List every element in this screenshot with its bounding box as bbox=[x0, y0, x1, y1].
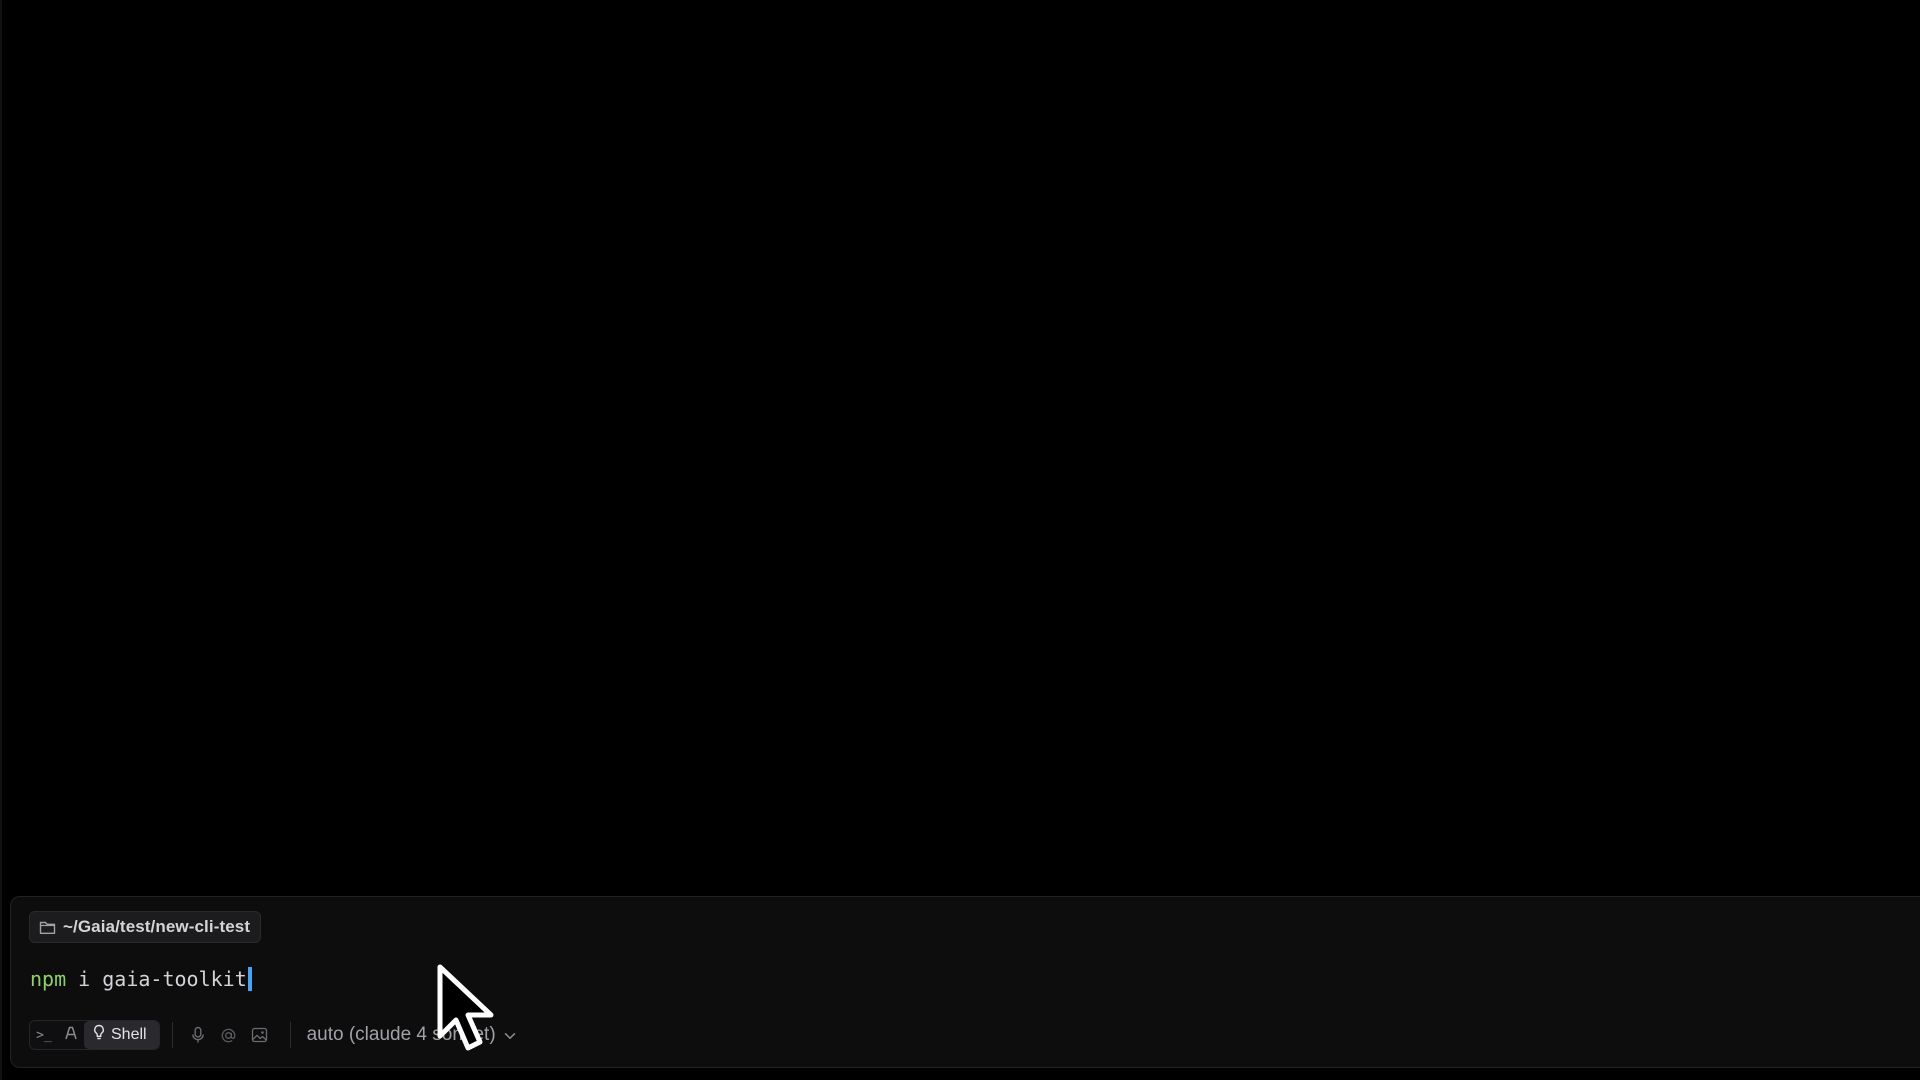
command-input[interactable]: npm i gaia-toolkit bbox=[30, 965, 252, 993]
voice-input-button[interactable] bbox=[185, 1021, 211, 1049]
command-program: npm bbox=[30, 967, 67, 991]
agent-mode-button[interactable] bbox=[58, 1021, 84, 1049]
toolbar-divider bbox=[289, 1022, 291, 1048]
agent-icon bbox=[63, 1025, 79, 1045]
working-directory-chip[interactable]: ~/Gaia/test/new-cli-test bbox=[29, 911, 262, 943]
chevron-down-icon bbox=[504, 1024, 516, 1046]
command-arguments: i gaia-toolkit bbox=[66, 967, 247, 991]
at-sign-icon bbox=[220, 1027, 237, 1044]
toolbar-divider bbox=[171, 1022, 173, 1048]
shell-mode-button[interactable]: Shell bbox=[84, 1021, 159, 1049]
attach-image-button[interactable] bbox=[247, 1021, 273, 1049]
command-input-panel[interactable]: ~/Gaia/test/new-cli-test npm i gaia-tool… bbox=[10, 896, 1920, 1068]
mic-icon bbox=[191, 1026, 205, 1044]
lightbulb-icon bbox=[93, 1024, 105, 1046]
input-toolbar: >_ Shell auto (claude 4 sonnet) bbox=[29, 1019, 516, 1051]
folder-icon bbox=[39, 920, 56, 935]
terminal-mode-button[interactable]: >_ bbox=[30, 1021, 58, 1049]
text-caret bbox=[247, 967, 252, 991]
mode-switcher: >_ Shell bbox=[29, 1020, 160, 1050]
mention-button[interactable] bbox=[216, 1021, 242, 1049]
model-selector-label: auto (claude 4 sonnet) bbox=[306, 1024, 496, 1045]
model-selector[interactable]: auto (claude 4 sonnet) bbox=[303, 1020, 516, 1050]
shell-mode-label: Shell bbox=[111, 1026, 147, 1043]
image-icon bbox=[251, 1027, 268, 1043]
terminal-window: ~/Gaia/test/new-cli-test npm i gaia-tool… bbox=[0, 0, 1920, 1080]
terminal-output-area[interactable] bbox=[2, 0, 1920, 896]
working-directory-path: ~/Gaia/test/new-cli-test bbox=[63, 917, 251, 936]
